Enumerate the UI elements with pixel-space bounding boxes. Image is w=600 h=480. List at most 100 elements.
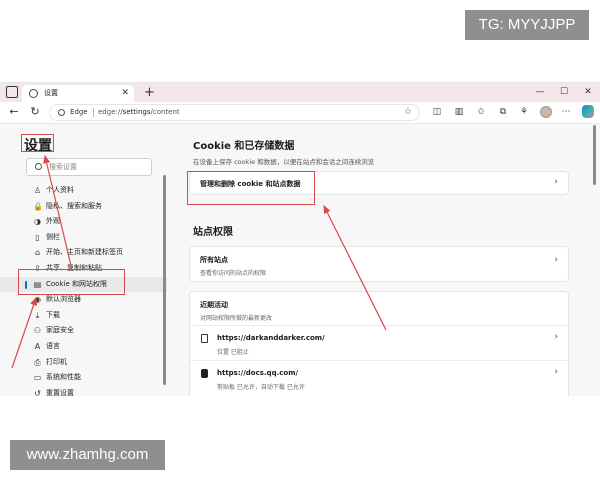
extensions-icon[interactable]: ⚘ [517, 105, 531, 120]
reset-icon: ↺ [34, 388, 41, 396]
user-icon: ♙ [33, 186, 42, 195]
url-prefix: edge:// [98, 108, 123, 116]
system-icon: ▭ [33, 373, 42, 383]
lock-icon: 🔒 [33, 201, 43, 211]
cookie-icon: ▤ [33, 279, 42, 289]
sidebar-item[interactable]: ↺ 重置设置 [0, 386, 167, 396]
search-placeholder: 搜索设置 [49, 163, 77, 171]
close-tab-icon[interactable]: ✕ [121, 85, 129, 102]
sidebar-nav: ♙ 个人资料 🔒 隐私、搜索和服务 ◑ 外观 ▯ 侧栏 ⌂ 开始、主页和新建标签页 ⇪ 共享、复制和粘… [0, 183, 167, 396]
url-suffix: /content [150, 108, 180, 116]
all-sites-label: 所有站点 [200, 256, 228, 264]
address-input[interactable]: Edge edge://settings/content ☆ [49, 104, 420, 121]
back-button[interactable]: ← [6, 104, 22, 120]
screenshot-page: TG: MYYJJPP 设置 ✕ + — ☐ ✕ ← ↻ Edge edge:/… [0, 0, 600, 480]
all-sites-card[interactable]: 所有站点 查看你访问的站点的权限 › [189, 246, 569, 282]
settings-sidebar: 设置 搜索设置 ♙ 个人资料 🔒 隐私、搜索和服务 ◑ 外观 ▯ 侧栏 ⌂ 开始、主页和新建标签页… [0, 125, 167, 396]
edge-browser-window: 设置 ✕ + — ☐ ✕ ← ↻ Edge edge://settings/co… [0, 82, 600, 396]
collections-icon[interactable]: ⧉ [496, 105, 510, 120]
url-separator [93, 108, 94, 117]
sidebar-item-label: 外观 [46, 217, 60, 226]
divider [190, 325, 570, 326]
new-tab-button[interactable]: + [144, 83, 155, 102]
sidebar-icon: ▯ [35, 232, 40, 242]
site-detail: 位置 已阻止 [217, 349, 249, 356]
copilot-icon[interactable] [582, 105, 594, 118]
sidebar-item-label: 开始、主页和新建标签页 [46, 248, 123, 257]
all-sites-desc: 查看你访问的站点的权限 [200, 270, 267, 277]
sidebar-item[interactable]: ▯ 侧栏 [0, 230, 167, 246]
url-text: edge://settings/content [98, 105, 180, 120]
url-bold: settings [122, 108, 151, 116]
settings-title: 设置 [24, 138, 52, 154]
sidebar-item-label: 隐私、搜索和服务 [46, 201, 102, 210]
edge-logo-icon [58, 109, 65, 116]
maximize-button[interactable]: ☐ [552, 83, 576, 102]
sidebar-item[interactable]: A 语言 [0, 339, 167, 355]
minimize-button[interactable]: — [528, 83, 552, 102]
chevron-right-icon: › [554, 177, 558, 187]
tencent-docs-icon [201, 369, 208, 378]
sidebar-item-label: 下载 [46, 310, 60, 319]
favorites-icon[interactable]: ✩ [474, 105, 488, 120]
sidebar-item-label: 侧栏 [46, 232, 60, 241]
site-url: https://docs.qq.com/ [217, 369, 299, 377]
browser-icon: ◉ [34, 295, 41, 305]
sidebar-item-label: Cookie 和网站权限 [46, 279, 107, 288]
tab-title: 设置 [44, 89, 58, 97]
recent-activity-desc: 对网站权限所做的最新更改 [200, 315, 273, 322]
watermark-top: TG: MYYJJPP [465, 10, 589, 40]
permissions-section-title: 站点权限 [193, 227, 233, 238]
gear-icon [29, 89, 38, 98]
cookie-section-desc: 在设备上保存 cookie 和数据，以便在站点和会话之间连续浏览 [193, 158, 375, 166]
sidebar-scrollbar[interactable] [163, 175, 166, 385]
sidebar-item[interactable]: ⇪ 共享、复制和粘贴 [0, 261, 167, 277]
reload-button[interactable]: ↻ [27, 104, 43, 120]
sidebar-item-label: 家庭安全 [46, 326, 74, 335]
sidebar-item[interactable]: ◑ 外观 [0, 214, 167, 230]
language-icon: A [34, 341, 41, 351]
manage-cookies-card[interactable]: 管理和删除 cookie 和站点数据 › [189, 171, 569, 195]
search-settings-input[interactable]: 搜索设置 [26, 158, 152, 176]
close-window-button[interactable]: ✕ [576, 83, 600, 102]
sidebar-item-label: 重置设置 [46, 388, 74, 396]
home-icon: ⌂ [34, 248, 41, 258]
browser-label: Edge [70, 108, 88, 116]
sidebar-item-label: 语言 [46, 341, 60, 350]
printer-icon: ⎙ [34, 357, 41, 367]
sidebar-item[interactable]: ◉ 默认浏览器 [0, 292, 167, 308]
sidebar-item[interactable]: ▤ Cookie 和网站权限 [0, 276, 167, 293]
family-icon: ⚇ [33, 326, 42, 336]
palette-icon: ◑ [34, 217, 41, 227]
more-icon[interactable]: ⋯ [559, 105, 573, 120]
sidebar-item[interactable]: ⎙ 打印机 [0, 355, 167, 371]
chevron-right-icon: › [554, 332, 558, 342]
watermark-bottom: www.zhamhg.com [10, 440, 165, 470]
profile-avatar[interactable] [540, 106, 552, 118]
favorites-bar-icon[interactable]: ▥ [452, 105, 466, 120]
sidebar-item[interactable]: ⚇ 家庭安全 [0, 323, 167, 339]
download-icon: ⤓ [35, 310, 40, 320]
tab-actions-icon[interactable] [6, 86, 18, 98]
tab-settings[interactable]: 设置 ✕ [22, 85, 134, 102]
sidebar-item[interactable]: ⌂ 开始、主页和新建标签页 [0, 245, 167, 261]
chevron-right-icon: › [554, 367, 558, 377]
site-url: https://darkanddarker.com/ [217, 334, 325, 342]
sidebar-item-label: 默认浏览器 [46, 295, 81, 304]
recent-activity-card: 近期活动 对网站权限所做的最新更改 https://darkanddarker.… [189, 291, 570, 396]
sidebar-item[interactable]: ⤓ 下载 [0, 308, 167, 324]
favorite-star-icon[interactable]: ☆ [404, 105, 412, 120]
split-screen-icon[interactable]: ◫ [430, 105, 444, 120]
document-icon [201, 334, 208, 343]
content-scrollbar[interactable] [593, 125, 596, 185]
share-icon: ⇪ [34, 263, 41, 273]
search-icon [35, 163, 42, 170]
sidebar-item-label: 打印机 [46, 357, 67, 366]
sidebar-item[interactable]: ▭ 系统和性能 [0, 370, 167, 386]
site-detail: 剪贴板 已允许，自动下载 已允许 [217, 384, 305, 391]
cookie-section-title: Cookie 和已存储数据 [193, 141, 295, 152]
sidebar-item[interactable]: ♙ 个人资料 [0, 183, 167, 199]
tab-bar: 设置 ✕ + — ☐ ✕ [0, 83, 600, 102]
sidebar-item[interactable]: 🔒 隐私、搜索和服务 [0, 199, 167, 215]
address-toolbar: ← ↻ Edge edge://settings/content ☆ ◫ ▥ ✩… [0, 102, 600, 124]
